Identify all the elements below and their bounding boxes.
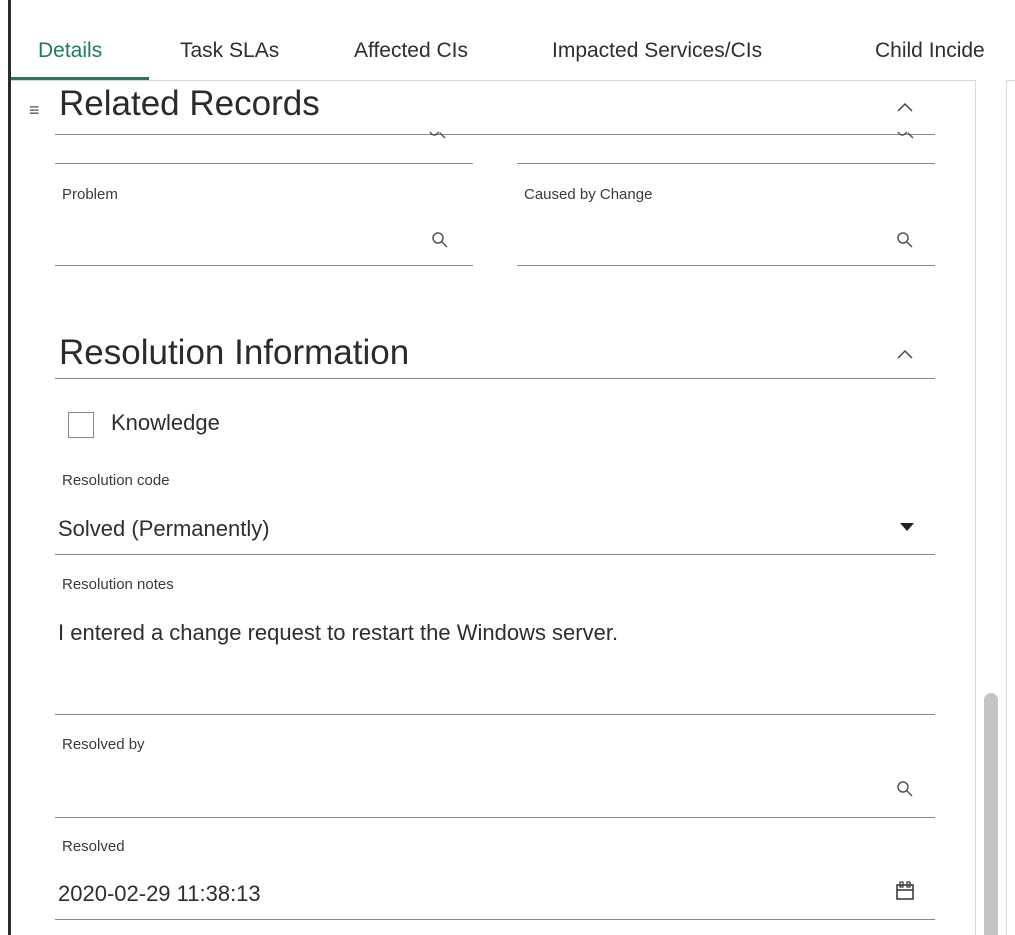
resolution-divider <box>55 378 935 379</box>
resolution-notes-field <box>55 714 935 715</box>
search-icon[interactable] <box>896 130 916 144</box>
search-icon[interactable] <box>428 130 448 144</box>
field-underline <box>517 163 935 164</box>
tab-child-incidents[interactable]: Child Incide <box>875 28 985 80</box>
tab-affected-cis[interactable]: Affected CIs <box>354 28 468 80</box>
caused-by-change-search-icon[interactable] <box>896 231 914 249</box>
tab-details[interactable]: Details <box>38 28 102 80</box>
resolution-notes-label: Resolution notes <box>62 576 174 593</box>
related-records-divider <box>55 134 935 135</box>
tab-impacted-services[interactable]: Impacted Services/CIs <box>552 28 762 80</box>
resolved-by-search-icon[interactable] <box>896 780 914 798</box>
tab-bar: Details Task SLAs Affected CIs Impacted … <box>11 28 1015 81</box>
drag-handle-icon[interactable]: ≡ <box>29 100 40 121</box>
knowledge-checkbox[interactable] <box>68 412 94 438</box>
resolved-by-label: Resolved by <box>62 736 145 753</box>
resolved-field <box>55 919 935 920</box>
chevron-down-icon[interactable] <box>899 522 915 532</box>
tab-task-slas[interactable]: Task SLAs <box>180 28 279 80</box>
resolved-label: Resolved <box>62 838 125 855</box>
caused-by-change-field[interactable] <box>517 265 935 266</box>
resolution-code-select[interactable]: Solved (Permanently) <box>58 516 270 542</box>
knowledge-label: Knowledge <box>111 410 220 435</box>
field-underline <box>55 163 473 164</box>
resolution-information-title: Resolution Information <box>59 333 410 372</box>
active-tab-indicator <box>11 77 149 80</box>
resolution-code-field <box>55 554 935 555</box>
collapse-related-records-icon[interactable] <box>894 96 916 118</box>
resolved-datetime-input[interactable]: 2020-02-29 11:38:13 <box>58 881 261 907</box>
scrollbar-thumb[interactable] <box>984 693 998 935</box>
problem-search-icon[interactable] <box>431 231 449 249</box>
problem-label: Problem <box>62 186 118 203</box>
resolution-notes-textarea[interactable]: I entered a change request to restart th… <box>58 620 618 646</box>
related-records-title: Related Records <box>59 84 320 123</box>
resolved-by-field[interactable] <box>55 817 935 818</box>
resolution-code-label: Resolution code <box>62 472 170 489</box>
calendar-icon[interactable] <box>895 881 915 901</box>
caused-by-change-label: Caused by Change <box>524 186 653 203</box>
incident-form-panel: Details Task SLAs Affected CIs Impacted … <box>0 0 1015 935</box>
collapse-resolution-icon[interactable] <box>894 343 916 365</box>
left-border <box>8 0 11 935</box>
problem-field[interactable] <box>55 265 473 266</box>
